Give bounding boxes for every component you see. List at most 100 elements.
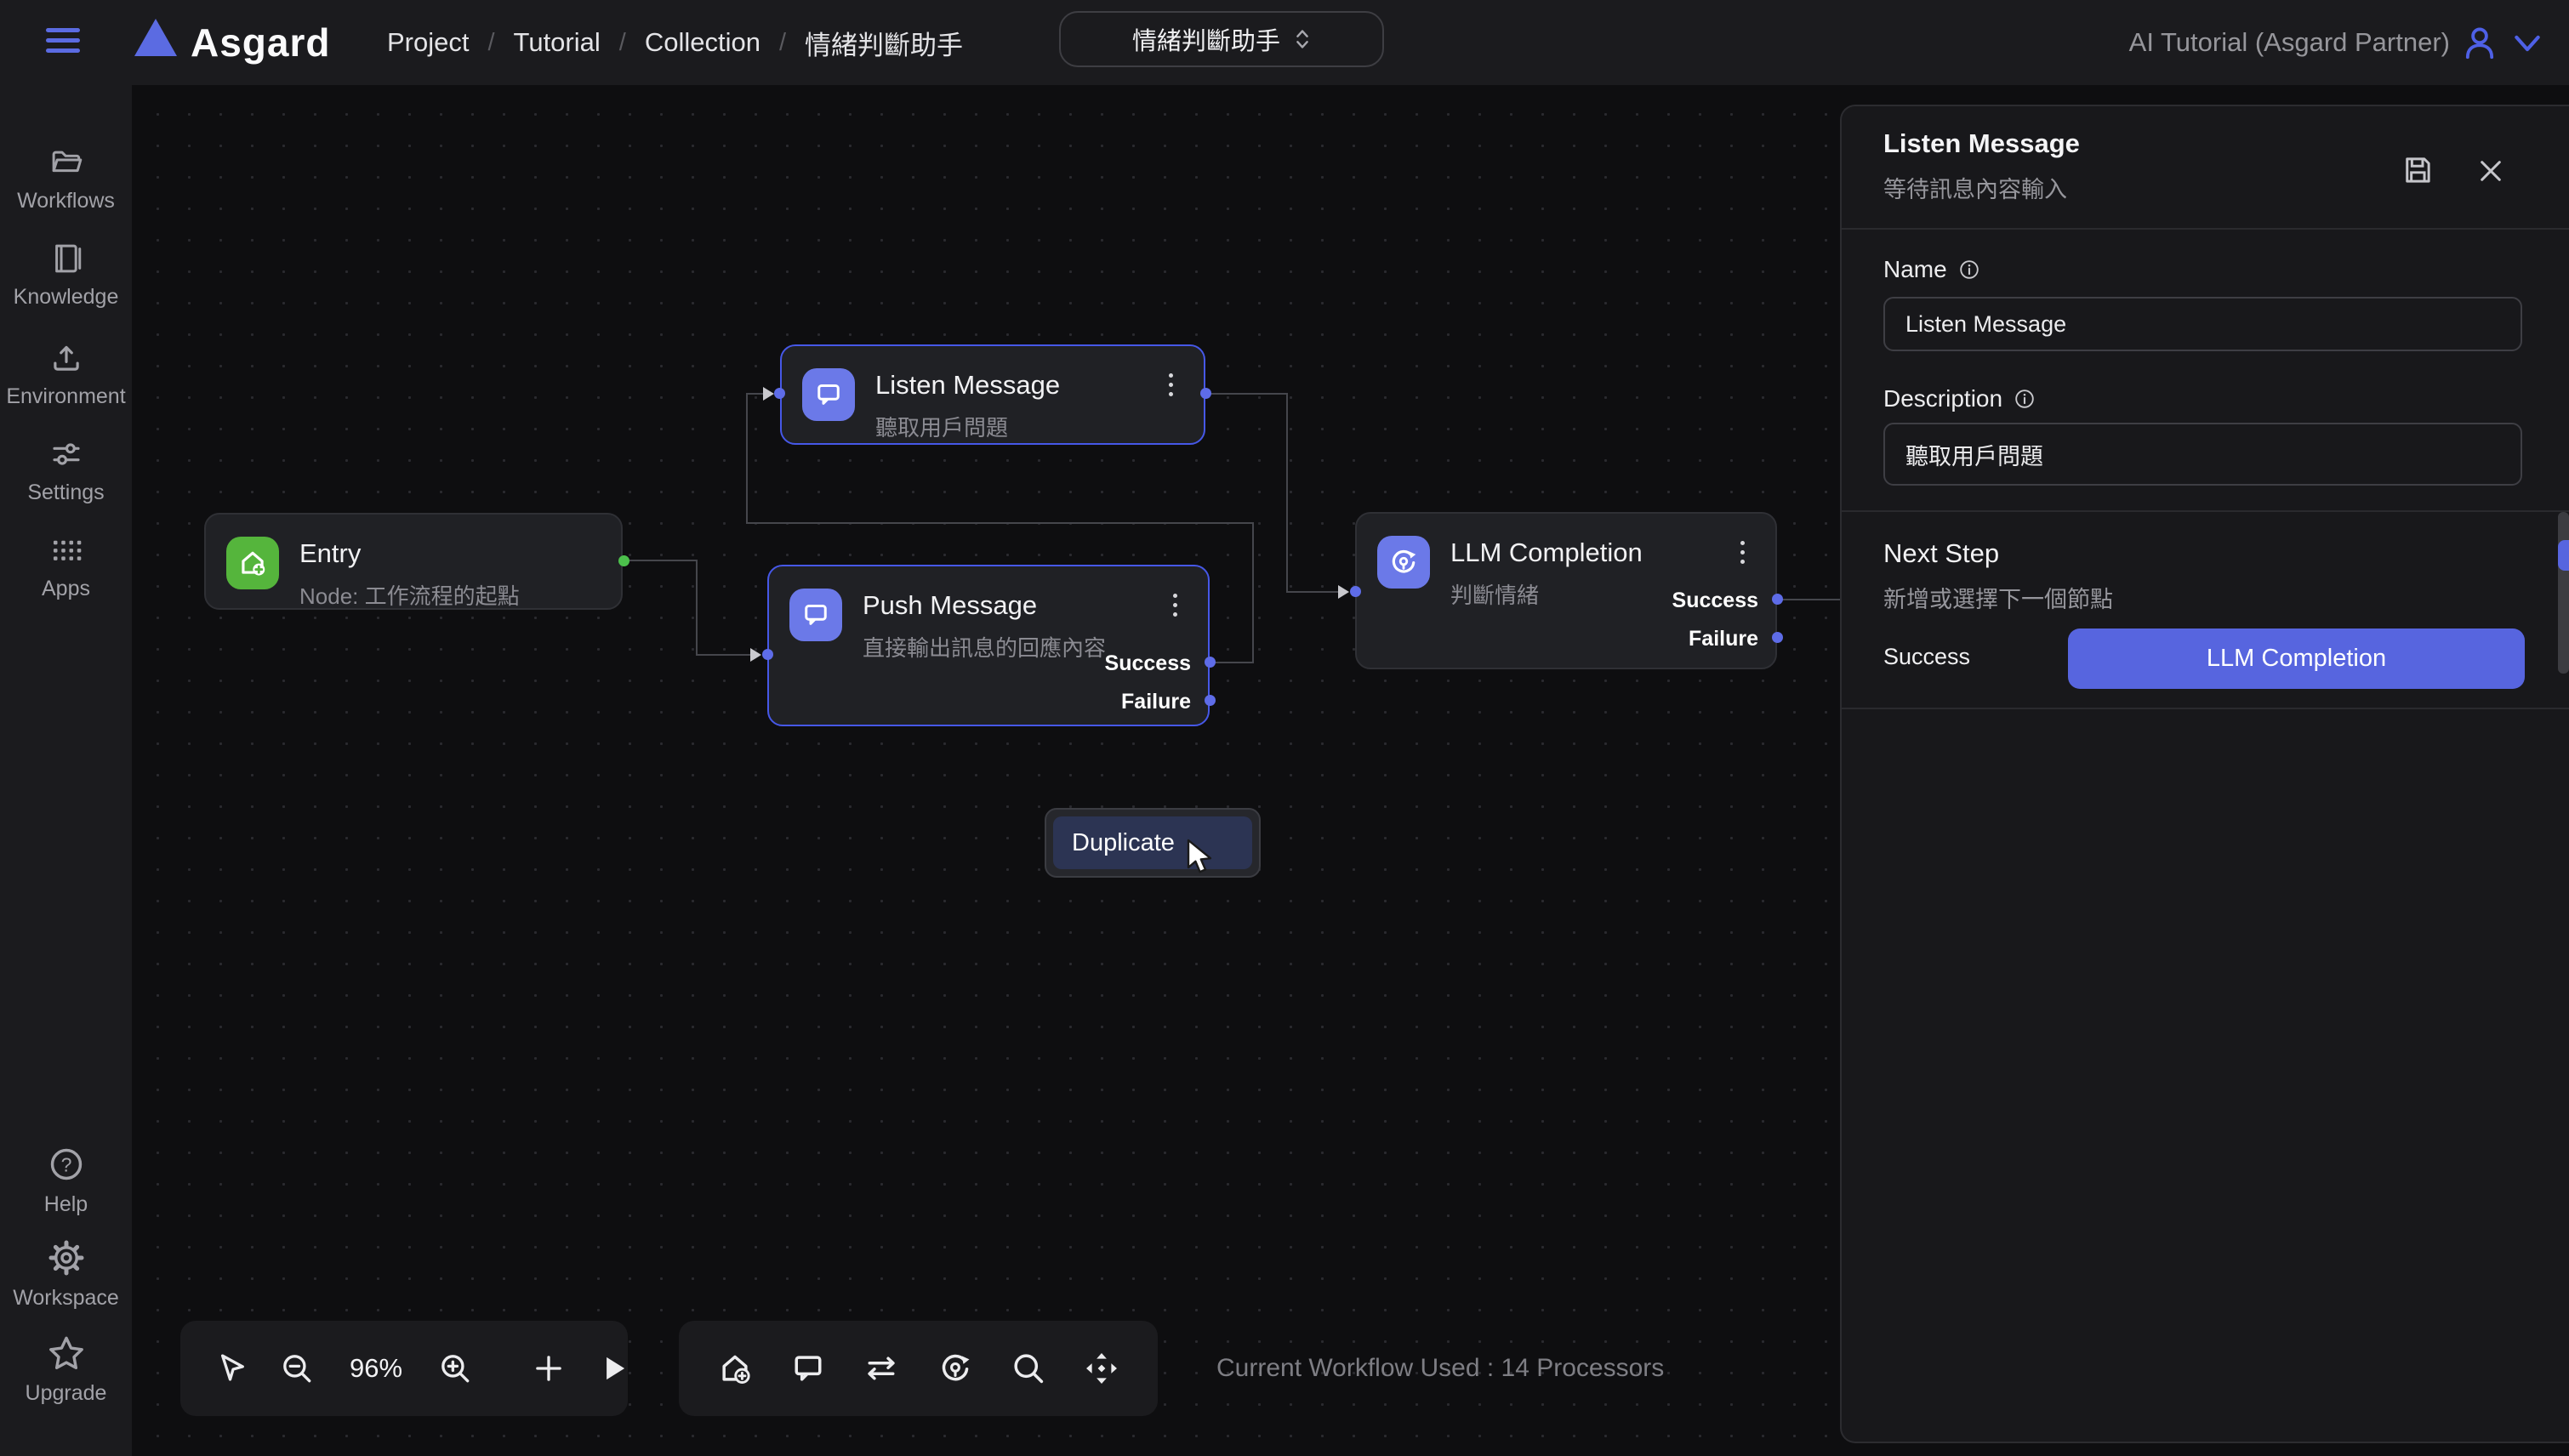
port-llm-input[interactable] — [1350, 586, 1361, 597]
node-subtitle: 聽取用戶問題 — [875, 411, 1060, 442]
edge-push-success-to-listen — [746, 393, 748, 524]
info-icon[interactable] — [2013, 387, 2036, 411]
run-workflow-icon[interactable] — [595, 1351, 631, 1386]
app-root: Asgard Project / Tutorial / Collection /… — [0, 0, 2569, 1456]
left-sidebar: Workflows Knowledge Environment — [0, 85, 132, 1456]
node-subtitle: 判斷情緒 — [1450, 578, 1643, 610]
node-title: Listen Message — [875, 370, 1060, 401]
sidebar-item-environment[interactable]: Environment — [0, 340, 132, 409]
message-node-tool-icon[interactable] — [789, 1350, 827, 1387]
breadcrumb-workflow[interactable]: 情緒判斷助手 — [805, 24, 963, 62]
node-menu-kebab-icon[interactable] — [1731, 537, 1753, 572]
node-listen-message[interactable]: Listen Message 聽取用戶問題 — [780, 344, 1205, 445]
zoom-in-icon[interactable] — [437, 1351, 473, 1386]
star-icon — [47, 1334, 86, 1373]
port-push-success[interactable] — [1205, 657, 1216, 668]
workflow-usage-status: Current Workflow Used : 14 Processors — [1216, 1354, 1664, 1383]
account-chevron-down-icon[interactable] — [2511, 32, 2543, 54]
port-llm-failure[interactable] — [1772, 632, 1783, 643]
sidebar-item-label: Settings — [0, 481, 132, 505]
breadcrumb-separator: / — [779, 29, 786, 57]
edge-listen-to-llm — [1205, 393, 1288, 395]
close-icon[interactable] — [2475, 155, 2507, 187]
llm-node-tool-icon[interactable] — [937, 1350, 974, 1387]
sidebar-item-help[interactable]: ? Help — [0, 1145, 132, 1217]
brand-title: Asgard — [191, 20, 330, 65]
user-avatar-icon[interactable] — [2460, 22, 2499, 63]
breadcrumb-project[interactable]: Project — [387, 27, 469, 58]
sidebar-item-label: Help — [0, 1192, 132, 1217]
sidebar-item-label: Workflows — [0, 189, 132, 213]
name-field-label: Name — [1883, 256, 1981, 283]
node-menu-kebab-icon[interactable] — [1164, 590, 1186, 625]
fit-view-icon[interactable] — [1083, 1350, 1120, 1387]
llm-node-icon — [1377, 536, 1430, 589]
port-entry-output[interactable] — [618, 555, 629, 566]
entry-node-tool-icon[interactable] — [716, 1350, 754, 1387]
breadcrumb-tutorial[interactable]: Tutorial — [514, 27, 601, 58]
account-label: AI Tutorial (Asgard Partner) — [2129, 0, 2450, 85]
port-push-input[interactable] — [762, 649, 773, 660]
node-llm-completion[interactable]: LLM Completion 判斷情緒 Success Failure — [1355, 512, 1777, 669]
port-listen-output[interactable] — [1200, 388, 1211, 399]
mouse-cursor-icon — [1185, 839, 1219, 878]
edge-push-success-to-listen — [1252, 522, 1254, 663]
output-failure-label: Failure — [1121, 690, 1191, 714]
context-menu-item-duplicate[interactable]: Duplicate — [1053, 816, 1252, 869]
edge-listen-to-llm — [1286, 591, 1340, 593]
edge-entry-to-push — [696, 560, 698, 655]
node-menu-kebab-icon[interactable] — [1159, 370, 1182, 405]
updown-chevron-icon — [1294, 26, 1311, 52]
context-menu: Duplicate — [1045, 808, 1261, 878]
entry-node-icon — [226, 537, 279, 589]
output-success-label: Success — [1672, 589, 1758, 613]
node-title: LLM Completion — [1450, 537, 1643, 568]
message-node-icon — [802, 368, 855, 421]
node-push-message[interactable]: Push Message 直接輸出訊息的回應內容 Success Failure — [767, 565, 1210, 726]
name-input[interactable] — [1883, 297, 2522, 351]
top-navbar: Asgard Project / Tutorial / Collection /… — [0, 0, 2569, 85]
edge-push-success-to-listen — [746, 522, 1254, 524]
search-icon[interactable] — [1010, 1350, 1047, 1387]
info-icon[interactable] — [1957, 258, 1981, 282]
sidebar-item-upgrade[interactable]: Upgrade — [0, 1334, 132, 1406]
edge-arrowhead — [750, 648, 761, 662]
panel-scrollbar-thumb[interactable] — [2558, 512, 2569, 674]
port-push-failure[interactable] — [1205, 695, 1216, 706]
panel-divider — [1842, 708, 2569, 709]
panel-edge-handle[interactable] — [2558, 540, 2569, 571]
panel-title: Listen Message — [1883, 128, 2080, 159]
node-title: Push Message — [863, 590, 1106, 621]
next-step-node-button[interactable]: LLM Completion — [2068, 628, 2525, 689]
sidebar-item-label: Environment — [0, 384, 132, 409]
breadcrumb: Project / Tutorial / Collection / 情緒判斷助手 — [387, 0, 963, 85]
output-success-label: Success — [1105, 651, 1191, 676]
panel-divider — [1842, 510, 2569, 512]
node-palette-toolbar — [679, 1321, 1158, 1416]
sidebar-item-label: Workspace — [0, 1286, 132, 1311]
workflow-selector[interactable]: 情緒判斷助手 — [1059, 11, 1384, 67]
sidebar-item-workspace[interactable]: Workspace — [0, 1238, 132, 1311]
sidebar-item-knowledge[interactable]: Knowledge — [0, 241, 132, 310]
description-input[interactable]: 聽取用戶問題 — [1883, 423, 2522, 486]
sidebar-item-apps[interactable]: Apps — [0, 532, 132, 601]
zoom-level: 96% — [344, 1353, 408, 1384]
port-llm-success[interactable] — [1772, 594, 1783, 605]
node-entry[interactable]: Entry Node: 工作流程的起點 — [204, 513, 623, 610]
select-tool-icon[interactable] — [214, 1351, 250, 1386]
edge-llm-success-out — [1777, 599, 1845, 600]
next-step-title: Next Step — [1883, 538, 1999, 569]
sidebar-item-workflows[interactable]: Workflows — [0, 145, 132, 213]
save-icon[interactable] — [2400, 152, 2435, 188]
menu-icon[interactable] — [46, 28, 80, 57]
add-icon[interactable] — [531, 1351, 567, 1386]
edge-push-success-to-listen — [1211, 662, 1254, 663]
zoom-out-icon[interactable] — [279, 1351, 315, 1386]
sidebar-item-settings[interactable]: Settings — [0, 436, 132, 505]
breadcrumb-collection[interactable]: Collection — [645, 27, 760, 58]
node-config-panel: Listen Message 等待訊息內容輸入 Name Description — [1840, 105, 2569, 1443]
output-failure-label: Failure — [1689, 627, 1758, 651]
edge-entry-to-push — [624, 560, 697, 561]
switch-node-tool-icon[interactable] — [863, 1350, 900, 1387]
port-listen-input[interactable] — [774, 388, 785, 399]
